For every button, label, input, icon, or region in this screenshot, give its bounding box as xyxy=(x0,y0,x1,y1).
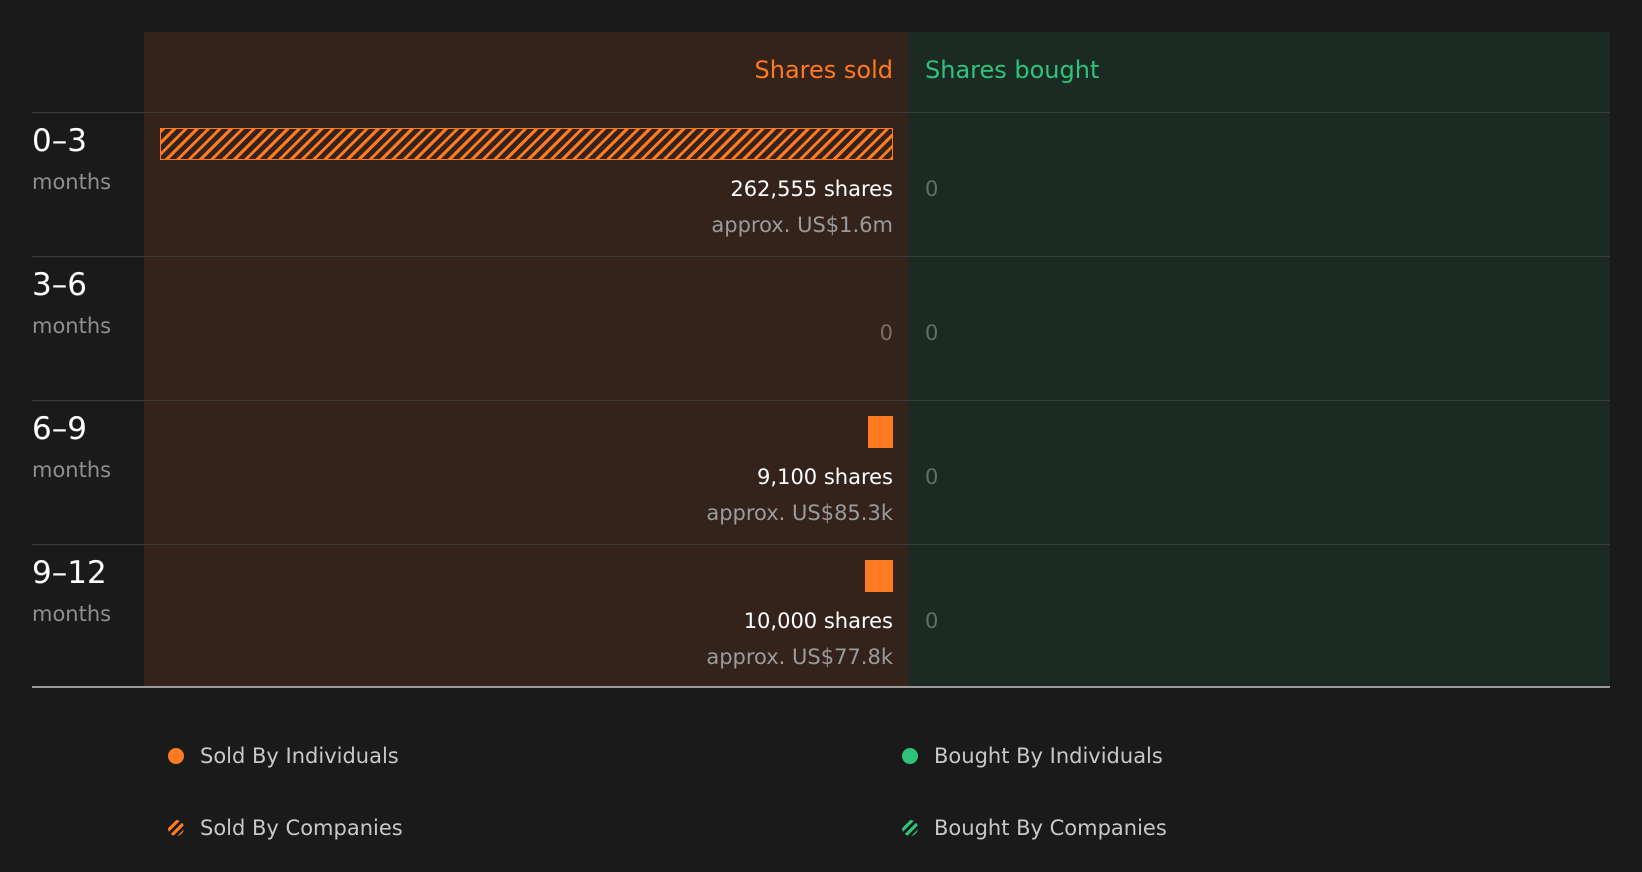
shares-bought-panel xyxy=(909,32,1610,687)
sold-shares-count: 10,000 shares xyxy=(743,609,893,633)
period-range: 6–9 xyxy=(32,411,87,447)
bought-companies-hatched-dot-icon xyxy=(902,820,918,836)
bar-sold-companies-0-3 xyxy=(160,128,893,160)
bought-zero-value: 0 xyxy=(925,321,939,345)
period-label-3-6: 3–6 months xyxy=(32,267,111,339)
bar-sold-individuals-6-9 xyxy=(868,416,893,448)
sold-individuals-dot-icon xyxy=(168,748,184,764)
sold-value-approx: approx. US$77.8k xyxy=(706,645,893,669)
sold-companies-hatched-dot-icon xyxy=(168,820,184,836)
legend-label: Bought By Companies xyxy=(934,816,1167,840)
sold-shares-count: 9,100 shares xyxy=(757,465,893,489)
bar-sold-individuals-9-12 xyxy=(865,560,893,592)
period-range: 3–6 xyxy=(32,267,87,303)
legend-label: Bought By Individuals xyxy=(934,744,1163,768)
bought-zero-value: 0 xyxy=(925,177,939,201)
period-unit: months xyxy=(32,170,112,194)
sold-zero-value: 0 xyxy=(879,321,893,345)
period-unit: months xyxy=(32,602,112,626)
legend-label: Sold By Individuals xyxy=(200,744,399,768)
bought-zero-value: 0 xyxy=(925,465,939,489)
row-divider xyxy=(32,400,1610,401)
period-label-6-9: 6–9 months xyxy=(32,411,111,483)
row-divider xyxy=(32,544,1610,545)
sold-value-approx: approx. US$85.3k xyxy=(706,501,893,525)
sold-shares-count: 262,555 shares xyxy=(730,177,893,201)
shares-sold-header: Shares sold xyxy=(754,56,893,84)
bought-zero-value: 0 xyxy=(925,609,939,633)
period-range: 9–12 xyxy=(32,555,107,591)
chart-baseline xyxy=(32,686,1610,688)
period-unit: months xyxy=(32,314,112,338)
sold-value-approx: approx. US$1.6m xyxy=(711,213,893,237)
legend-label: Sold By Companies xyxy=(200,816,403,840)
period-label-0-3: 0–3 months xyxy=(32,123,111,195)
row-divider xyxy=(32,112,1610,113)
period-range: 0–3 xyxy=(32,123,87,159)
bought-individuals-dot-icon xyxy=(902,748,918,764)
shares-bought-header: Shares bought xyxy=(925,56,1100,84)
period-label-9-12: 9–12 months xyxy=(32,555,111,627)
period-unit: months xyxy=(32,458,112,482)
row-divider xyxy=(32,256,1610,257)
